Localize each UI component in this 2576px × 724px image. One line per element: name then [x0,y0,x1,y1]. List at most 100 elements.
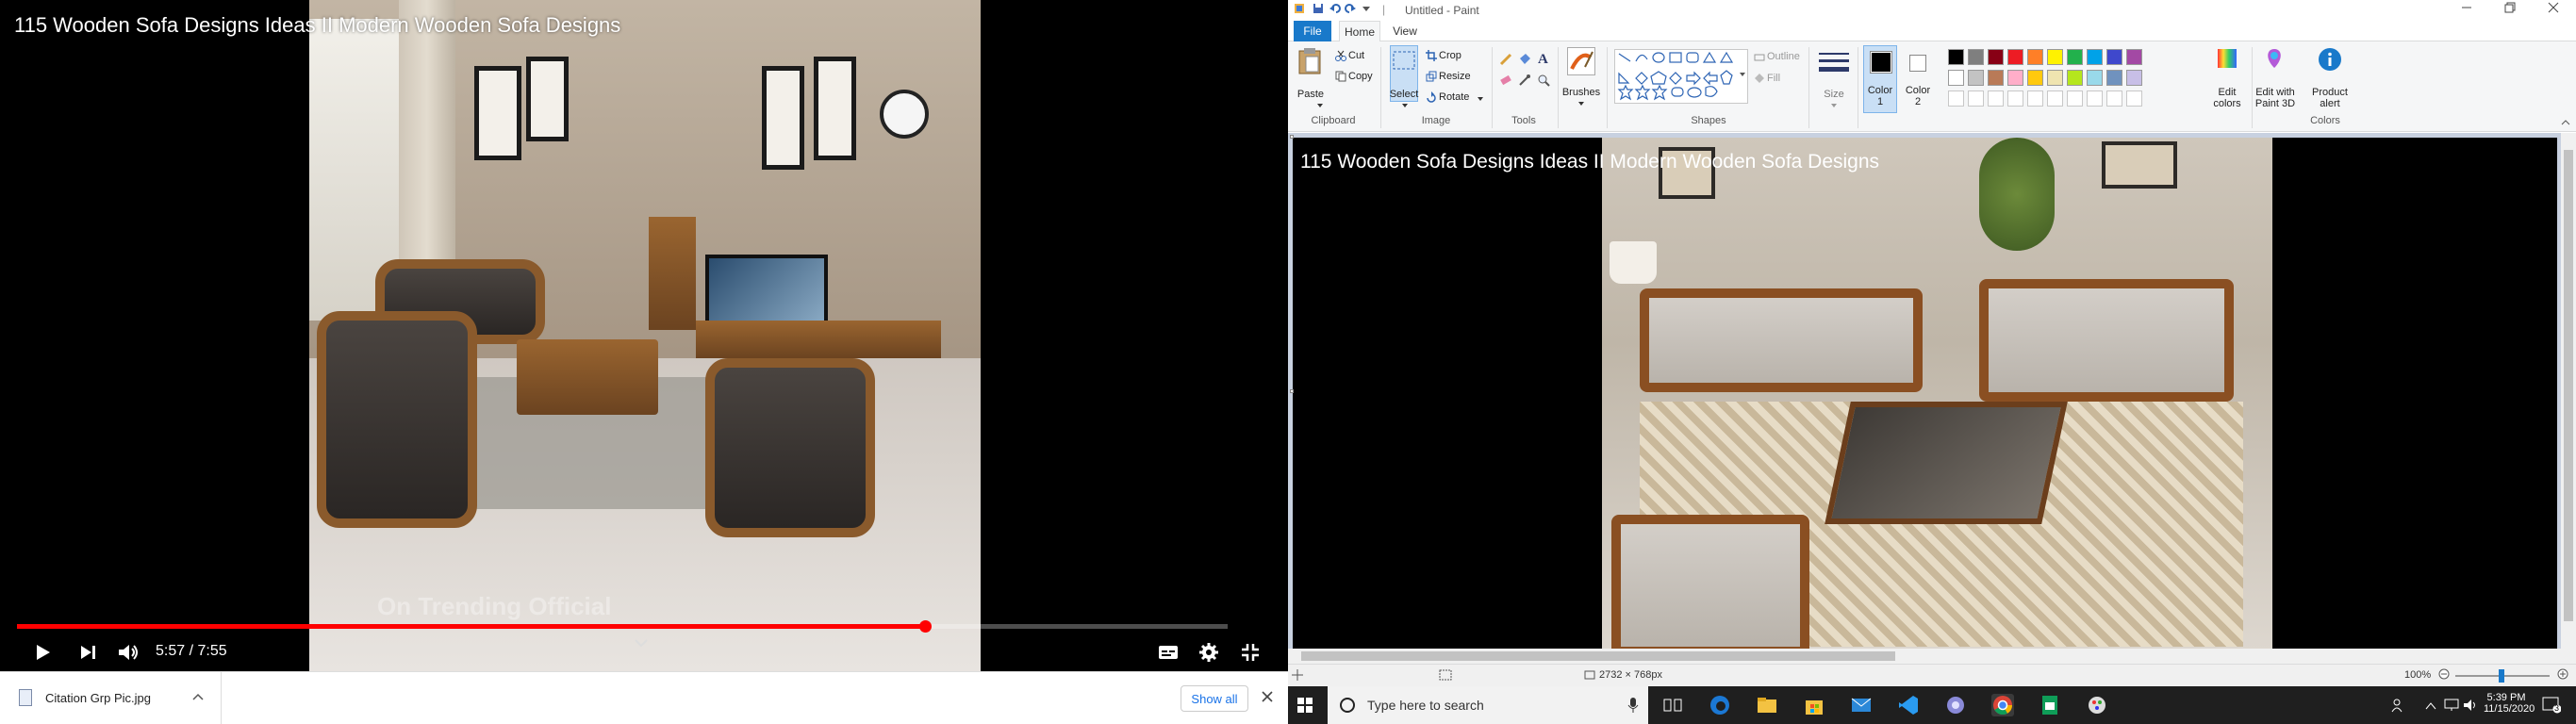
minimize-icon[interactable] [2461,2,2472,16]
palette-color-swatch[interactable] [1988,70,2004,86]
zoom-slider[interactable] [2455,669,2550,683]
custom-color-slot[interactable] [2067,90,2083,107]
paint3d-icon[interactable] [2263,47,2286,76]
sheets-icon[interactable] [2039,694,2061,716]
select-dropdown-icon[interactable] [1401,100,1409,111]
rotate-icon[interactable] [1426,90,1437,107]
palette-color-swatch[interactable] [1988,49,2004,65]
magnifier-icon[interactable] [1537,74,1550,91]
resize-icon[interactable] [1426,70,1437,87]
tab-view[interactable]: View [1386,21,1424,41]
palette-color-swatch[interactable] [2067,49,2083,65]
microphone-icon[interactable] [1627,697,1639,718]
palette-color-swatch[interactable] [2067,70,2083,86]
palette-color-swatch[interactable] [2047,49,2063,65]
taskbar-search[interactable]: Type here to search [1328,686,1648,724]
palette-color-swatch[interactable] [1968,49,1984,65]
edit-colors-button[interactable]: Edit colors [2208,87,2246,109]
paste-dropdown-icon[interactable] [1316,100,1324,111]
resize-handle[interactable] [1290,135,1294,139]
vertical-scroll-thumb[interactable] [2564,150,2573,621]
chevron-down-icon[interactable] [635,635,648,650]
file-explorer-icon[interactable] [1756,694,1778,716]
custom-color-slot[interactable] [1988,90,2004,107]
rotate-button[interactable]: Rotate [1439,91,1469,103]
fill-bucket-icon[interactable] [1518,53,1531,71]
custom-color-slot[interactable] [1948,90,1964,107]
action-center-icon[interactable]: 3 [2542,697,2562,718]
close-icon[interactable] [1262,687,1273,707]
progress-bar[interactable] [17,620,1228,633]
drawing-canvas[interactable]: 115 Wooden Sofa Designs Ideas II Modern … [1293,138,2557,650]
palette-color-swatch[interactable] [1948,49,1964,65]
tab-file[interactable]: File [1294,21,1331,41]
volume-icon[interactable] [115,639,143,666]
custom-color-slot[interactable] [2087,90,2103,107]
palette-color-swatch[interactable] [2106,49,2122,65]
paint-taskbar-icon[interactable] [2086,694,2108,716]
custom-color-slot[interactable] [2126,90,2142,107]
zoom-out-icon[interactable] [2438,668,2450,683]
windows-start-icon[interactable] [1297,698,1313,713]
info-icon[interactable] [2318,47,2342,76]
horizontal-scroll-thumb[interactable] [1301,651,1895,661]
progress-scrubber[interactable] [919,620,932,633]
chevron-up-tray-icon[interactable] [2425,699,2436,716]
mail-icon[interactable] [1850,694,1873,716]
paste-button[interactable]: Paste [1294,89,1328,100]
palette-color-swatch[interactable] [2027,49,2043,65]
pencil-icon[interactable] [1499,53,1512,71]
network-icon[interactable] [2444,698,2459,717]
undo-icon[interactable] [1329,3,1341,17]
people-icon[interactable] [2391,698,2406,717]
collapse-ribbon-icon[interactable] [2561,117,2570,128]
palette-color-swatch[interactable] [2087,70,2103,86]
palette-color-swatch[interactable] [2106,70,2122,86]
restore-icon[interactable] [2504,2,2516,16]
copy-button[interactable]: Copy [1348,71,1373,82]
cut-button[interactable]: Cut [1348,50,1364,61]
fill-icon[interactable] [1754,72,1765,89]
color-picker-icon[interactable] [1518,74,1531,91]
palette-color-swatch[interactable] [2126,70,2142,86]
chevron-up-icon[interactable] [192,689,204,703]
outline-icon[interactable] [1754,51,1765,68]
eraser-icon[interactable] [1499,74,1512,91]
save-icon[interactable] [1313,3,1324,17]
palette-color-swatch[interactable] [2007,49,2023,65]
volume-tray-icon[interactable] [2463,698,2478,717]
clock[interactable]: 5:39 PM 11/15/2020 [2484,692,2535,715]
redo-icon[interactable] [1345,3,1356,17]
exit-fullscreen-icon[interactable] [1237,639,1263,666]
palette-color-swatch[interactable] [2007,70,2023,86]
cut-icon[interactable] [1335,49,1346,66]
crop-button[interactable]: Crop [1439,50,1461,61]
outline-button[interactable]: Outline [1767,51,1800,62]
palette-color-swatch[interactable] [1948,70,1964,86]
resize-button[interactable]: Resize [1439,71,1471,82]
next-icon[interactable] [75,639,102,666]
tab-home[interactable]: Home [1339,21,1380,41]
download-item[interactable]: Citation Grp Pic.jpg [0,672,222,724]
palette-color-swatch[interactable] [2027,70,2043,86]
video-player[interactable]: On Trending Official 115 Wooden Sofa Des… [0,0,1288,671]
vertical-scrollbar[interactable] [2561,133,2576,649]
store-icon[interactable] [1803,694,1825,716]
horizontal-scrollbar[interactable] [1288,649,2576,664]
custom-color-slot[interactable] [1968,90,1984,107]
crop-icon[interactable] [1426,49,1437,66]
palette-color-swatch[interactable] [1968,70,1984,86]
paste-icon[interactable] [1297,47,1322,80]
palette-color-swatch[interactable] [2087,49,2103,65]
product-alert-button[interactable]: Product alert [2308,87,2352,109]
edit-with-paint3d-button[interactable]: Edit with Paint 3D [2252,87,2299,109]
custom-color-slot[interactable] [2027,90,2043,107]
edit-colors-icon[interactable] [2216,47,2238,74]
subtitles-icon[interactable] [1155,639,1181,666]
show-all-button[interactable]: Show all [1181,685,1248,712]
shapes-gallery[interactable] [1614,49,1748,104]
palette-color-swatch[interactable] [2047,70,2063,86]
brushes-dropdown-icon[interactable] [1577,98,1585,109]
resize-handle[interactable] [1290,389,1294,393]
size-button[interactable]: Size [1816,89,1852,100]
